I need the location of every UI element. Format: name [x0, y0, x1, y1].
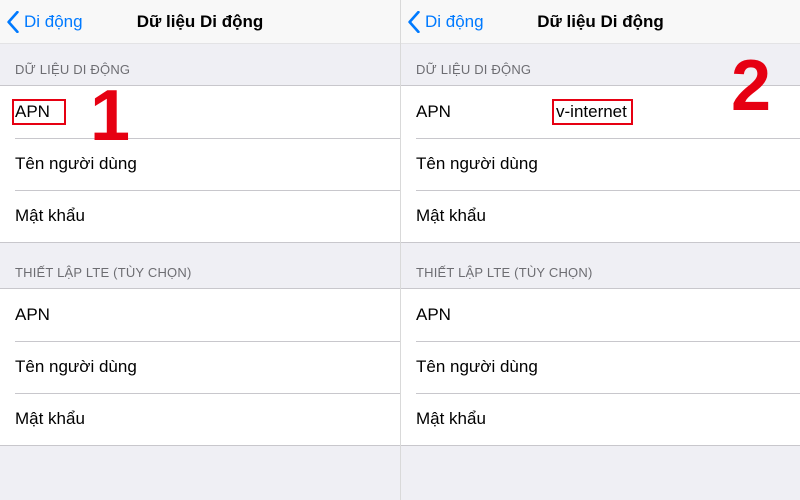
group-header-cellular-data: DỮ LIỆU DI ĐỘNG: [0, 44, 400, 85]
apn-value[interactable]: v-internet: [556, 102, 785, 122]
pane-step-1: Di động Dữ liệu Di động DỮ LIỆU DI ĐỘNG …: [0, 0, 400, 500]
username-label: Tên người dùng: [15, 154, 155, 174]
lte-apn-label: APN: [416, 305, 556, 325]
username-label: Tên người dùng: [416, 154, 556, 174]
group-header-cellular-data: DỮ LIỆU DI ĐỘNG: [401, 44, 800, 85]
group-lte: APN Tên người dùng Mật khẩu: [0, 288, 400, 446]
back-button[interactable]: Di động: [407, 0, 484, 44]
lte-password-label: Mật khẩu: [416, 409, 556, 429]
content: DỮ LIỆU DI ĐỘNG APN Tên người dùng Mật k…: [0, 44, 400, 500]
lte-username-label: Tên người dùng: [15, 357, 155, 377]
password-label: Mật khẩu: [15, 206, 155, 226]
row-lte-apn[interactable]: APN: [401, 289, 800, 341]
back-label: Di động: [425, 12, 484, 32]
group-header-lte: THIẾT LẬP LTE (TÙY CHỌN): [0, 243, 400, 288]
apn-label: APN: [15, 102, 155, 122]
group-header-lte: THIẾT LẬP LTE (TÙY CHỌN): [401, 243, 800, 288]
row-apn[interactable]: APN: [0, 86, 400, 138]
row-password[interactable]: Mật khẩu: [401, 190, 800, 242]
group-lte: APN Tên người dùng Mật khẩu: [401, 288, 800, 446]
chevron-left-icon: [407, 11, 421, 33]
group-cellular-data: APN v-internet Tên người dùng Mật khẩu: [401, 85, 800, 243]
lte-username-label: Tên người dùng: [416, 357, 556, 377]
navbar: Di động Dữ liệu Di động: [0, 0, 400, 44]
pane-step-2: Di động Dữ liệu Di động DỮ LIỆU DI ĐỘNG …: [400, 0, 800, 500]
content: DỮ LIỆU DI ĐỘNG APN v-internet Tên người…: [401, 44, 800, 500]
back-label: Di động: [24, 12, 83, 32]
apn-label: APN: [416, 102, 556, 122]
row-lte-username[interactable]: Tên người dùng: [0, 341, 400, 393]
row-lte-apn[interactable]: APN: [0, 289, 400, 341]
lte-password-label: Mật khẩu: [15, 409, 155, 429]
password-label: Mật khẩu: [416, 206, 556, 226]
row-username[interactable]: Tên người dùng: [401, 138, 800, 190]
row-username[interactable]: Tên người dùng: [0, 138, 400, 190]
back-button[interactable]: Di động: [6, 0, 83, 44]
row-lte-username[interactable]: Tên người dùng: [401, 341, 800, 393]
chevron-left-icon: [6, 11, 20, 33]
row-apn[interactable]: APN v-internet: [401, 86, 800, 138]
group-cellular-data: APN Tên người dùng Mật khẩu: [0, 85, 400, 243]
lte-apn-label: APN: [15, 305, 155, 325]
row-lte-password[interactable]: Mật khẩu: [401, 393, 800, 445]
row-password[interactable]: Mật khẩu: [0, 190, 400, 242]
row-lte-password[interactable]: Mật khẩu: [0, 393, 400, 445]
navbar: Di động Dữ liệu Di động: [401, 0, 800, 44]
